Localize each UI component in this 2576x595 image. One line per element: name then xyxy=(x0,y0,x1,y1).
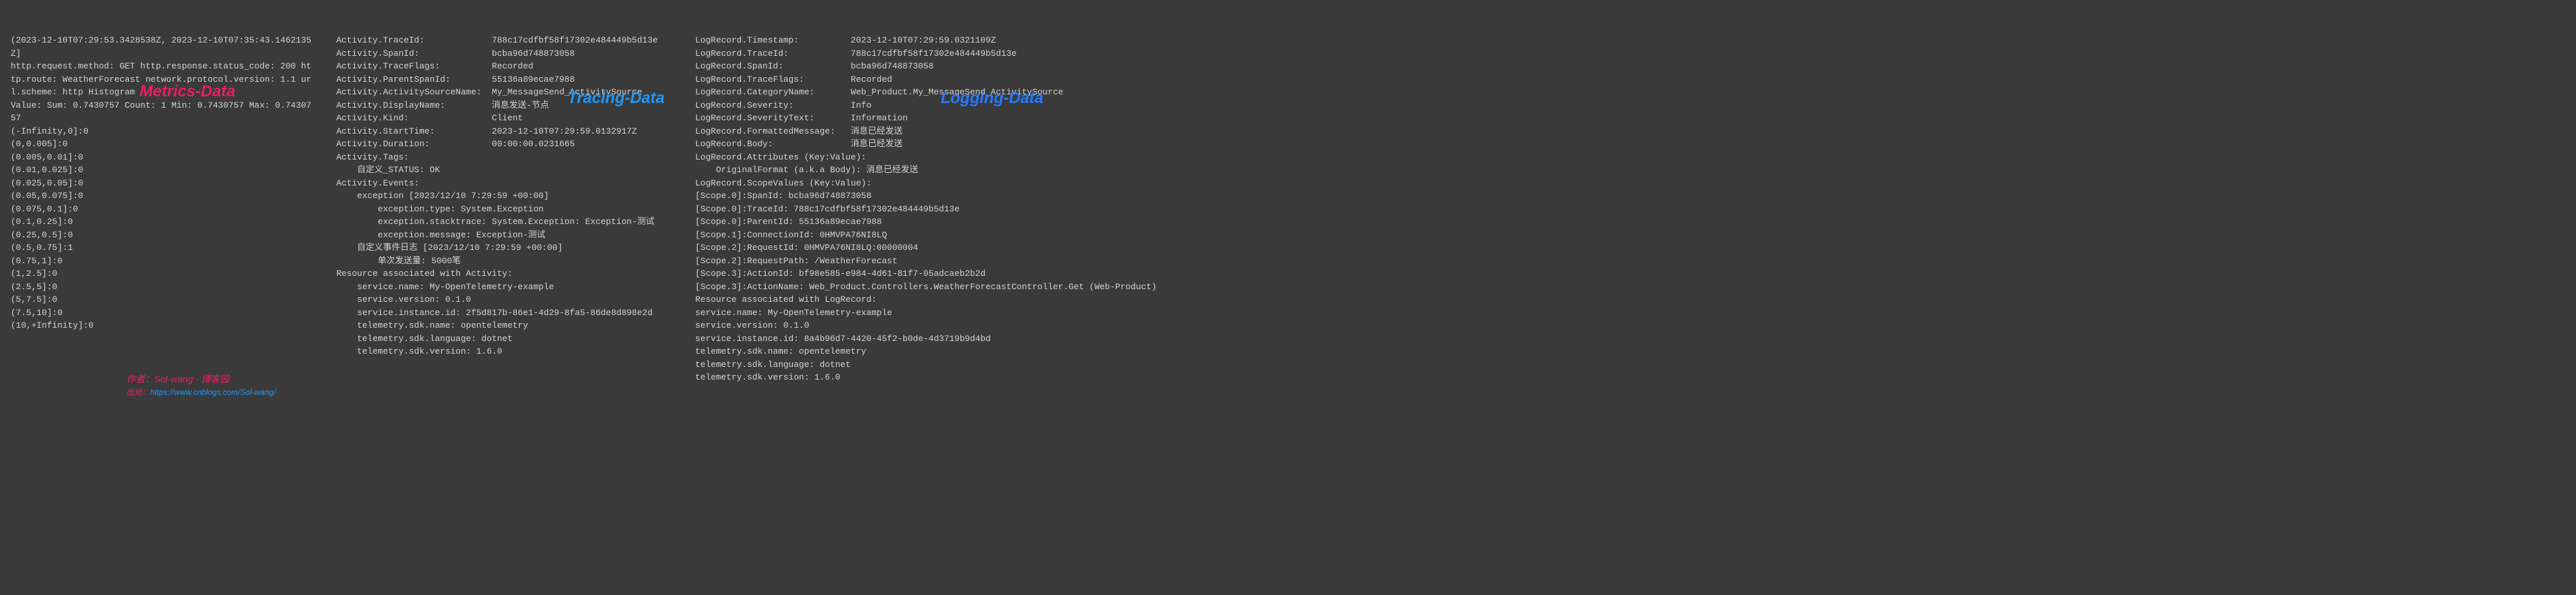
tracing-line: service.version: 0.1.0 xyxy=(336,293,674,306)
logging-panel: LogRecord.Timestamp: 2023-12-10T07:29:59… xyxy=(685,0,1050,418)
logging-line: Resource associated with LogRecord: xyxy=(695,293,1039,306)
tracing-line: Activity.Tags: xyxy=(336,151,674,164)
logging-line: [Scope.1]:ConnectionId: 0HMVPA76NI8LQ xyxy=(695,229,1039,242)
logging-output: LogRecord.Timestamp: 2023-12-10T07:29:59… xyxy=(695,34,1039,384)
metrics-line: (0.025,0.05]:0 xyxy=(11,177,315,190)
metrics-line: (5,7.5]:0 xyxy=(11,293,315,306)
logging-kv-line: LogRecord.TraceFlags: Recorded xyxy=(695,73,1039,86)
logging-line: telemetry.sdk.language: dotnet xyxy=(695,358,1039,372)
tracing-line: telemetry.sdk.version: 1.6.0 xyxy=(336,345,674,358)
metrics-line: (0.01,0.025]:0 xyxy=(11,164,315,177)
metrics-line: (0.05,0.075]:0 xyxy=(11,189,315,203)
logging-line: [Scope.0]:ParentId: 55136a89ecae7988 xyxy=(695,215,1039,229)
metrics-line: (10,+Infinity]:0 xyxy=(11,319,315,332)
tracing-kv-line: Activity.DisplayName: 消息发送-节点 xyxy=(336,99,674,112)
tracing-kv-line: Activity.TraceFlags: Recorded xyxy=(336,60,674,73)
logging-kv-line: LogRecord.SeverityText: Information xyxy=(695,112,1039,125)
tracing-line: service.instance.id: 2f5d817b-86e1-4d29-… xyxy=(336,306,674,320)
tracing-kv-line: Activity.Kind: Client xyxy=(336,112,674,125)
tracing-line: Activity.Events: xyxy=(336,177,674,190)
logging-line: [Scope.3]:ActionId: bf98e585-e984-4d61-8… xyxy=(695,267,1039,281)
tracing-kv-line: Activity.StartTime: 2023-12-10T07:29:59.… xyxy=(336,125,674,138)
logging-line: service.instance.id: 8a4b96d7-4420-45f2-… xyxy=(695,332,1039,346)
tracing-line: exception.type: System.Exception xyxy=(336,203,674,216)
metrics-line: (7.5,10]:0 xyxy=(11,306,315,320)
logging-kv-line: LogRecord.Timestamp: 2023-12-10T07:29:59… xyxy=(695,34,1039,47)
metrics-line: Value: Sum: 0.7430757 Count: 1 Min: 0.74… xyxy=(11,99,315,125)
logging-line: telemetry.sdk.version: 1.6.0 xyxy=(695,371,1039,384)
metrics-line: (0.005,0.01]:0 xyxy=(11,151,315,164)
tracing-line: service.name: My-OpenTelemetry-example xyxy=(336,281,674,294)
tracing-kv-line: Activity.SpanId: bcba96d748873058 xyxy=(336,47,674,60)
tracing-output: Activity.TraceId: 788c17cdfbf58f17302e48… xyxy=(336,34,674,358)
metrics-line: (0,0.005]:0 xyxy=(11,138,315,151)
metrics-output: (2023-12-10T07:29:53.3428538Z, 2023-12-1… xyxy=(11,34,315,332)
tracing-kv-line: Activity.ParentSpanId: 55136a89ecae7988 xyxy=(336,73,674,86)
logging-line: LogRecord.Attributes (Key:Value): xyxy=(695,151,1039,164)
logging-line: telemetry.sdk.name: opentelemetry xyxy=(695,345,1039,358)
logging-kv-line: LogRecord.CategoryName: Web_Product.My_M… xyxy=(695,86,1039,99)
tracing-line: telemetry.sdk.language: dotnet xyxy=(336,332,674,346)
tracing-kv-line: Activity.Duration: 00:00:00.0231665 xyxy=(336,138,674,151)
tracing-panel: Activity.TraceId: 788c17cdfbf58f17302e48… xyxy=(326,0,685,418)
logging-kv-line: LogRecord.FormattedMessage: 消息已经发送 xyxy=(695,125,1039,138)
author-link[interactable]: https://www.cnblogs.com/Sol-wang/ xyxy=(150,388,276,397)
logging-kv-line: LogRecord.Severity: Info xyxy=(695,99,1039,112)
logging-line: [Scope.3]:ActionName: Web_Product.Contro… xyxy=(695,281,1039,294)
tracing-kv-line: Activity.ActivitySourceName: My_MessageS… xyxy=(336,86,674,99)
tracing-line: telemetry.sdk.name: opentelemetry xyxy=(336,319,674,332)
logging-kv-line: LogRecord.Body: 消息已经发送 xyxy=(695,138,1039,151)
logging-kv-line: LogRecord.SpanId: bcba96d748873058 xyxy=(695,60,1039,73)
metrics-line: (0.25,0.5]:0 xyxy=(11,229,315,242)
logging-line: [Scope.0]:SpanId: bcba96d748873058 xyxy=(695,189,1039,203)
logging-line: [Scope.2]:RequestPath: /WeatherForecast xyxy=(695,255,1039,268)
author-attribution: 作者：Sol·wang - 博客园 出处：https://www.cnblogs… xyxy=(126,372,276,398)
tracing-line: exception.stacktrace: System.Exception: … xyxy=(336,215,674,229)
author-url-line: 出处：https://www.cnblogs.com/Sol-wang/ xyxy=(126,386,276,398)
logging-kv-line: LogRecord.TraceId: 788c17cdfbf58f17302e4… xyxy=(695,47,1039,60)
metrics-line: (0.75,1]:0 xyxy=(11,255,315,268)
tracing-line: Resource associated with Activity: xyxy=(336,267,674,281)
tracing-line: exception.message: Exception-测试 xyxy=(336,229,674,242)
tracing-line: exception [2023/12/10 7:29:59 +00:00] xyxy=(336,189,674,203)
metrics-panel: (2023-12-10T07:29:53.3428538Z, 2023-12-1… xyxy=(0,0,326,418)
logging-line: [Scope.2]:RequestId: 0HMVPA76NI8LQ:00000… xyxy=(695,241,1039,255)
metrics-line: (0.075,0.1]:0 xyxy=(11,203,315,216)
metrics-line: (1,2.5]:0 xyxy=(11,267,315,281)
tracing-line: 自定义事件日志 [2023/12/10 7:29:59 +00:00] xyxy=(336,241,674,255)
tracing-kv-line: Activity.TraceId: 788c17cdfbf58f17302e48… xyxy=(336,34,674,47)
logging-line: service.name: My-OpenTelemetry-example xyxy=(695,306,1039,320)
logging-line: OriginalFormat (a.k.a Body): 消息已经发送 xyxy=(695,164,1039,177)
metrics-line: (2023-12-10T07:29:53.3428538Z, 2023-12-1… xyxy=(11,34,315,60)
logging-line: [Scope.0]:TraceId: 788c17cdfbf58f17302e4… xyxy=(695,203,1039,216)
tracing-line: 自定义_STATUS: OK xyxy=(336,164,674,177)
metrics-line: http.request.method: GET http.response.s… xyxy=(11,60,315,99)
metrics-line: (-Infinity,0]:0 xyxy=(11,125,315,138)
tracing-line: 单次发送量: 5000笔 xyxy=(336,255,674,268)
metrics-line: (2.5,5]:0 xyxy=(11,281,315,294)
metrics-line: (0.5,0.75]:1 xyxy=(11,241,315,255)
metrics-line: (0.1,0.25]:0 xyxy=(11,215,315,229)
author-name-line: 作者：Sol·wang - 博客园 xyxy=(126,372,276,386)
logging-line: service.version: 0.1.0 xyxy=(695,319,1039,332)
logging-line: LogRecord.ScopeValues (Key:Value): xyxy=(695,177,1039,190)
